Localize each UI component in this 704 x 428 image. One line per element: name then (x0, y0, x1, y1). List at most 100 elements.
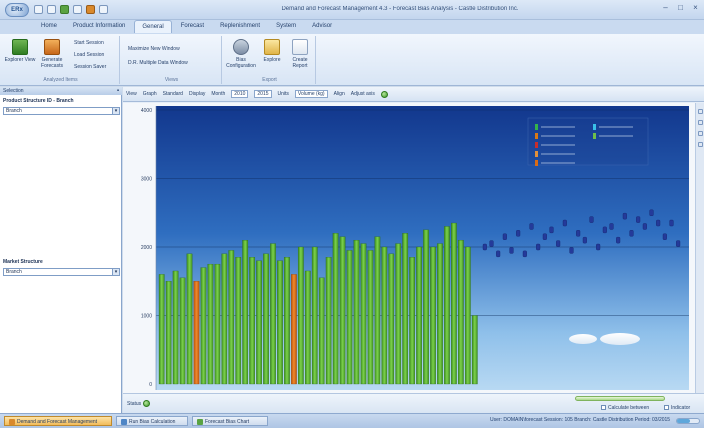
forecast-marker (656, 219, 661, 227)
forecast-marker (556, 240, 561, 247)
history-bar (291, 274, 297, 385)
go-icon[interactable] (380, 90, 388, 98)
chart-toolbar: View Graph Standard Display Month 2010 2… (123, 87, 704, 102)
gear-icon (233, 39, 249, 55)
taskbar-tab-bias-chart[interactable]: Forecast Bias Chart (192, 416, 268, 426)
create-report-button[interactable]: Create Report (286, 39, 314, 69)
export-icon[interactable] (86, 5, 95, 14)
forecast-marker (602, 226, 607, 234)
chart-footer: Status Calculate between Indicator (123, 393, 704, 413)
history-bar (277, 260, 283, 385)
indicator-checkbox[interactable]: Indicator (664, 405, 690, 411)
ribbon-tab-advisor[interactable]: Advisor (305, 20, 339, 33)
to-year-select[interactable]: 2015 (254, 90, 272, 98)
forecast-marker (616, 236, 621, 244)
forecast-marker (636, 216, 641, 223)
legend-label (541, 126, 575, 128)
explorer-icon (12, 39, 28, 55)
units-select[interactable]: Volume (kg) (294, 90, 328, 98)
adjust-axis-button[interactable]: Adjust axis (351, 91, 375, 97)
pan-icon[interactable] (697, 131, 703, 136)
forecast-marker (536, 243, 541, 251)
graph-label[interactable]: Graph (143, 91, 157, 97)
forecast-marker (549, 226, 554, 234)
reset-icon[interactable] (697, 142, 703, 147)
from-year-select[interactable]: 2010 (231, 90, 249, 98)
data-window-button[interactable]: D.R. Multiple Data Window (128, 60, 188, 66)
report-icon (292, 39, 308, 55)
history-bar (235, 257, 242, 385)
graph-type-select[interactable]: Standard (163, 91, 183, 97)
pin-icon[interactable]: ▪ (117, 88, 119, 94)
explore-button[interactable]: Explore (258, 39, 286, 63)
taskbar-tab-demand[interactable]: Demand and Forecast Management (4, 416, 112, 426)
generate-forecasts-button[interactable]: Generate Forecasts (36, 39, 68, 69)
explorer-view-button[interactable]: Explorer View (4, 39, 36, 63)
chart-side-toolbar (695, 103, 704, 393)
app-menu-button[interactable]: ERx (5, 3, 29, 17)
zoom-out-icon[interactable] (697, 120, 703, 125)
ribbon-tab-home[interactable]: Home (34, 20, 64, 33)
product-structure-select[interactable]: Branch ▾ (3, 107, 120, 115)
refresh-icon[interactable] (60, 5, 69, 14)
market-structure-select[interactable]: Branch ▾ (3, 268, 120, 276)
ribbon-tab-general[interactable]: General (134, 20, 172, 33)
history-bar (464, 246, 471, 385)
forecast-marker (516, 230, 521, 237)
undo-icon[interactable] (47, 5, 56, 14)
checkbox-icon[interactable] (601, 405, 606, 411)
history-bar (207, 263, 214, 385)
display-menu[interactable]: Display (189, 91, 205, 97)
close-icon[interactable]: × (691, 3, 700, 12)
history-bar (186, 253, 193, 385)
chevron-down-icon[interactable]: ▾ (112, 108, 119, 114)
history-bar (172, 270, 179, 385)
view-label[interactable]: View (126, 91, 137, 97)
forecast-marker (502, 233, 507, 240)
start-session-button[interactable]: Start Session (74, 40, 104, 46)
align-menu[interactable]: Align (334, 91, 345, 97)
maximize-icon[interactable]: □ (676, 3, 685, 12)
calculate-between-checkbox[interactable]: Calculate between (601, 405, 649, 411)
ribbon-group-analyzed-items: Explorer View Generate Forecasts Start S… (2, 36, 120, 84)
save-icon[interactable] (34, 5, 43, 14)
settings-icon[interactable] (99, 5, 108, 14)
ribbon-tab-replenishment[interactable]: Replenishment (213, 20, 267, 33)
forecast-marker (522, 250, 527, 258)
history-bar (297, 246, 304, 385)
ribbon-tab-system[interactable]: System (269, 20, 303, 33)
history-bar (325, 257, 332, 385)
taskbar-tab-bias-calc[interactable]: Run Bias Calculation (116, 416, 188, 426)
chart-icon (197, 418, 203, 425)
range-slider[interactable] (575, 396, 665, 401)
ribbon-tab-product-information[interactable]: Product Information (66, 20, 132, 33)
legend-swatch (535, 142, 538, 148)
minimize-icon[interactable]: – (661, 3, 670, 12)
history-bar (318, 277, 325, 385)
chart-panel: View Graph Standard Display Month 2010 2… (123, 87, 704, 413)
history-bar (165, 281, 172, 385)
ribbon-tab-forecast[interactable]: Forecast (174, 20, 211, 33)
print-icon[interactable] (73, 5, 82, 14)
market-structure-label: Market Structure (3, 259, 43, 265)
forecast-marker (622, 212, 627, 220)
legend-label (541, 153, 575, 155)
new-window-button[interactable]: Maximize New Window (128, 46, 180, 52)
zoom-slider[interactable] (676, 418, 700, 424)
y-tick-label: 4000 (141, 108, 152, 114)
status-go-icon[interactable] (142, 400, 150, 407)
forecast-marker (496, 250, 501, 258)
load-session-button[interactable]: Load Session (74, 52, 104, 58)
zoom-in-icon[interactable] (697, 109, 703, 114)
forecast-marker (562, 219, 567, 227)
status-info: User: DOMAIN\forecast Session: 105 Branc… (490, 417, 670, 423)
checkbox-icon[interactable] (664, 405, 669, 411)
forecast-marker (489, 240, 494, 247)
bias-configuration-button[interactable]: Bias Configuration (224, 39, 258, 69)
y-tick-label: 0 (149, 382, 152, 388)
chevron-down-icon[interactable]: ▾ (112, 269, 119, 275)
history-bar (423, 229, 429, 385)
history-bar (444, 226, 450, 385)
session-saver-button[interactable]: Session Saver (74, 64, 106, 70)
history-bar (367, 250, 374, 385)
